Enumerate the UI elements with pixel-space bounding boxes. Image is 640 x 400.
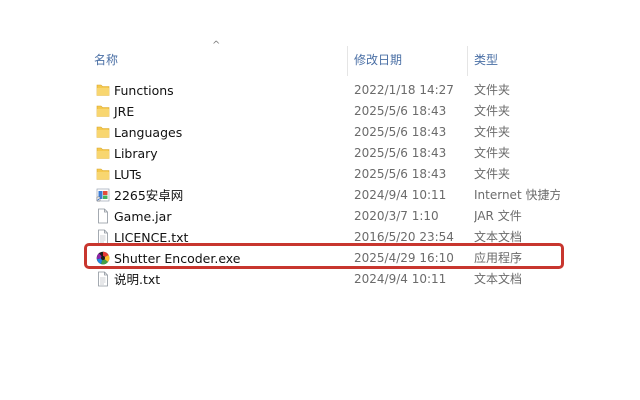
file-name: JRE <box>114 104 135 119</box>
file-date: 2024/9/4 10:11 <box>354 272 447 286</box>
file-type: 文本文档 <box>474 272 523 286</box>
column-separator[interactable] <box>467 46 468 76</box>
column-header-type[interactable]: 类型 <box>474 44 564 76</box>
file-explorer: ^ 名称 修改日期 类型 Functions 2022/1/18 14:27 文… <box>0 0 640 400</box>
file-row-game-jar[interactable]: Game.jar 2020/3/7 1:10 JAR 文件 <box>90 206 640 227</box>
folder-icon <box>96 126 110 138</box>
folder-icon <box>96 168 110 180</box>
folder-icon <box>96 84 110 96</box>
column-header-name[interactable]: 名称 <box>94 44 344 76</box>
file-type: JAR 文件 <box>474 209 522 223</box>
file-name: 2265安卓网 <box>114 188 184 203</box>
file-name: 说明.txt <box>114 272 161 287</box>
file-type: 文件夹 <box>474 125 511 139</box>
file-name: Functions <box>114 83 174 98</box>
file-row-functions[interactable]: Functions 2022/1/18 14:27 文件夹 <box>90 80 640 101</box>
file-type: 文件夹 <box>474 167 511 181</box>
document-icon <box>98 208 108 224</box>
highlight-outline <box>84 243 564 269</box>
file-type: 文件夹 <box>474 104 511 118</box>
file-row-library[interactable]: Library 2025/5/6 18:43 文件夹 <box>90 143 640 164</box>
column-header-bar: ^ 名称 修改日期 类型 <box>0 40 640 76</box>
file-row-shortcut[interactable]: 2265安卓网 2024/9/4 10:11 Internet 快捷方式 <box>90 185 640 206</box>
text-file-icon <box>98 271 108 287</box>
file-date: 2025/5/6 18:43 <box>354 167 447 181</box>
file-type: Internet 快捷方式 <box>474 188 560 202</box>
file-date: 2025/5/6 18:43 <box>354 104 447 118</box>
file-row-jre[interactable]: JRE 2025/5/6 18:43 文件夹 <box>90 101 640 122</box>
file-row-luts[interactable]: LUTs 2025/5/6 18:43 文件夹 <box>90 164 640 185</box>
file-date: 2025/5/6 18:43 <box>354 125 447 139</box>
file-type: 文件夹 <box>474 83 511 97</box>
folder-icon <box>96 147 110 159</box>
file-row-readme[interactable]: 说明.txt 2024/9/4 10:11 文本文档 <box>90 269 640 290</box>
column-header-date[interactable]: 修改日期 <box>354 44 464 76</box>
file-date: 2025/5/6 18:43 <box>354 146 447 160</box>
column-separator[interactable] <box>347 46 348 76</box>
file-name: LUTs <box>114 167 142 182</box>
file-name: Game.jar <box>114 209 172 224</box>
internet-shortcut-icon <box>96 188 110 202</box>
file-row-languages[interactable]: Languages 2025/5/6 18:43 文件夹 <box>90 122 640 143</box>
file-date: 2022/1/18 14:27 <box>354 83 454 97</box>
folder-icon <box>96 105 110 117</box>
file-date: 2020/3/7 1:10 <box>354 209 439 223</box>
file-name: Library <box>114 146 158 161</box>
file-name: Languages <box>114 125 183 140</box>
file-type: 文件夹 <box>474 146 511 160</box>
file-date: 2024/9/4 10:11 <box>354 188 447 202</box>
